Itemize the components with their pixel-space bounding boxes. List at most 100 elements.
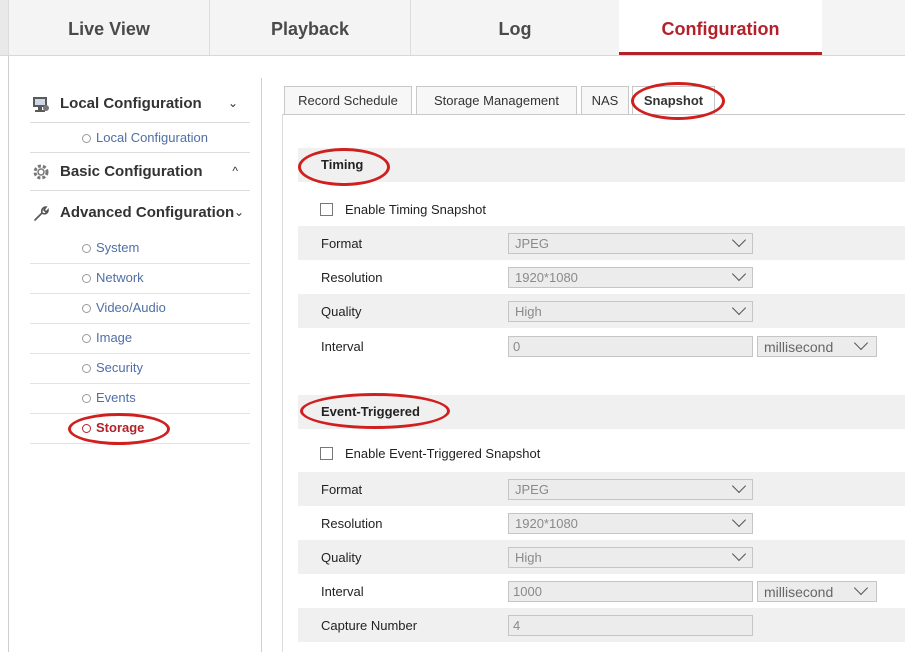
section-header-event-triggered: Event-Triggered [298, 395, 905, 429]
bullet-icon [82, 304, 91, 313]
event-resolution-row: Resolution 1920*1080 [298, 506, 905, 540]
event-capture-number-row: Capture Number 4 [298, 608, 905, 642]
field-label: Interval [321, 339, 364, 354]
select-value: High [515, 304, 542, 319]
page-left-border [8, 56, 9, 652]
chevron-down-icon [731, 546, 747, 562]
chevron-down-icon: ⌄ [233, 205, 244, 219]
tab-storage-management[interactable]: Storage Management [416, 86, 577, 114]
section-header-timing: Timing [298, 148, 905, 182]
select-value: millisecond [764, 584, 834, 600]
select-value: JPEG [515, 236, 549, 251]
sidebar-item-label: Network [96, 270, 144, 285]
timing-resolution-row: Resolution 1920*1080 [298, 260, 905, 294]
tab-live-view[interactable]: Live View [9, 0, 210, 55]
sidebar-item-events[interactable]: Events [30, 383, 250, 414]
chevron-down-icon [731, 300, 747, 316]
field-label: Quality [321, 304, 362, 319]
bullet-icon [82, 274, 91, 283]
field-label: Capture Number [321, 618, 418, 633]
select-value: 1920*1080 [515, 270, 578, 285]
chevron-down-icon [731, 232, 747, 248]
timing-format-row: Format JPEG [298, 226, 905, 260]
menu-group-basic-configuration[interactable]: Basic Configuration ^ [30, 154, 250, 191]
bullet-icon [82, 394, 91, 403]
tab-record-schedule[interactable]: Record Schedule [284, 86, 412, 114]
top-navigation: Live View Playback Log Configuration [0, 0, 905, 56]
wrench-icon [34, 206, 49, 221]
sidebar-item-label: System [96, 240, 140, 255]
field-label: Interval [321, 584, 364, 599]
tab-log[interactable]: Log [411, 0, 619, 55]
capture-number-input[interactable]: 4 [508, 615, 753, 636]
gear-icon [33, 164, 49, 180]
input-value: 0 [513, 339, 521, 354]
select-value: 1920*1080 [515, 516, 578, 531]
menu-group-local-configuration[interactable]: Local Configuration ⌄ [30, 86, 250, 123]
timing-quality-row: Quality High [298, 294, 905, 328]
select-value: JPEG [515, 482, 549, 497]
section-title: Event-Triggered [321, 404, 420, 419]
sidebar-item-video-audio[interactable]: Video/Audio [30, 293, 250, 324]
timing-enable-checkbox[interactable] [320, 203, 333, 216]
sidebar-item-label: Video/Audio [96, 300, 166, 315]
chevron-up-icon: ^ [232, 164, 238, 178]
chevron-down-icon [731, 512, 747, 528]
bullet-icon [82, 424, 91, 433]
menu-group-label: Basic Configuration [60, 163, 203, 180]
checkbox-label: Enable Timing Snapshot [345, 202, 486, 217]
timing-format-select[interactable]: JPEG [508, 232, 753, 254]
divider [30, 152, 250, 153]
event-quality-row: Quality High [298, 540, 905, 574]
chevron-down-icon: ⌄ [227, 96, 238, 110]
bullet-icon [82, 134, 91, 143]
event-interval-row: Interval 1000 millisecond [298, 574, 905, 608]
bullet-icon [82, 334, 91, 343]
active-tab-underline [619, 52, 822, 55]
timing-interval-row: Interval 0 millisecond [298, 329, 905, 363]
sidebar-item-label: Local Configuration [96, 130, 209, 145]
timing-resolution-select[interactable]: 1920*1080 [508, 266, 753, 288]
tab-snapshot[interactable]: Snapshot [632, 86, 715, 115]
tab-bar-line [282, 114, 905, 115]
sidebar-item-label: Storage [96, 420, 145, 435]
sidebar-item-label: Image [96, 330, 133, 345]
menu-group-label: Advanced Configuration [60, 204, 235, 221]
timing-interval-unit-select[interactable]: millisecond [757, 335, 877, 357]
chevron-down-icon [853, 335, 869, 351]
tab-configuration[interactable]: Configuration [619, 0, 822, 55]
sidebar-item-system[interactable]: System [30, 233, 250, 264]
sidebar-divider [261, 78, 262, 652]
field-label: Quality [321, 550, 362, 565]
sidebar-item-network[interactable]: Network [30, 263, 250, 294]
sidebar-item-security[interactable]: Security [30, 353, 250, 384]
field-label: Resolution [321, 270, 383, 285]
input-value: 4 [513, 618, 521, 633]
bullet-icon [82, 244, 91, 253]
event-interval-unit-select[interactable]: millisecond [757, 580, 877, 602]
tab-playback[interactable]: Playback [210, 0, 411, 55]
event-interval-input[interactable]: 1000 [508, 581, 753, 602]
timing-interval-input[interactable]: 0 [508, 336, 753, 357]
section-title: Timing [321, 157, 364, 172]
menu-group-advanced-configuration[interactable]: Advanced Configuration ⌄ [30, 195, 250, 231]
sidebar-item-label: Security [96, 360, 143, 375]
sidebar-item-storage[interactable]: Storage [30, 413, 250, 444]
field-label: Format [321, 482, 363, 497]
event-quality-select[interactable]: High [508, 546, 753, 568]
tab-configuration-label: Configuration [661, 19, 780, 39]
chevron-down-icon [731, 266, 747, 282]
content-left-border [282, 114, 283, 652]
select-value: High [515, 550, 542, 565]
event-enable-checkbox[interactable] [320, 447, 333, 460]
select-value: millisecond [764, 339, 834, 355]
sidebar-item-label: Events [96, 390, 136, 405]
bullet-icon [82, 364, 91, 373]
tab-nas[interactable]: NAS [581, 86, 629, 114]
timing-quality-select[interactable]: High [508, 300, 753, 322]
nav-edge [0, 0, 9, 55]
sidebar-item-local-configuration[interactable]: Local Configuration [30, 123, 250, 153]
event-format-select[interactable]: JPEG [508, 478, 753, 500]
sidebar-item-image[interactable]: Image [30, 323, 250, 354]
event-resolution-select[interactable]: 1920*1080 [508, 512, 753, 534]
